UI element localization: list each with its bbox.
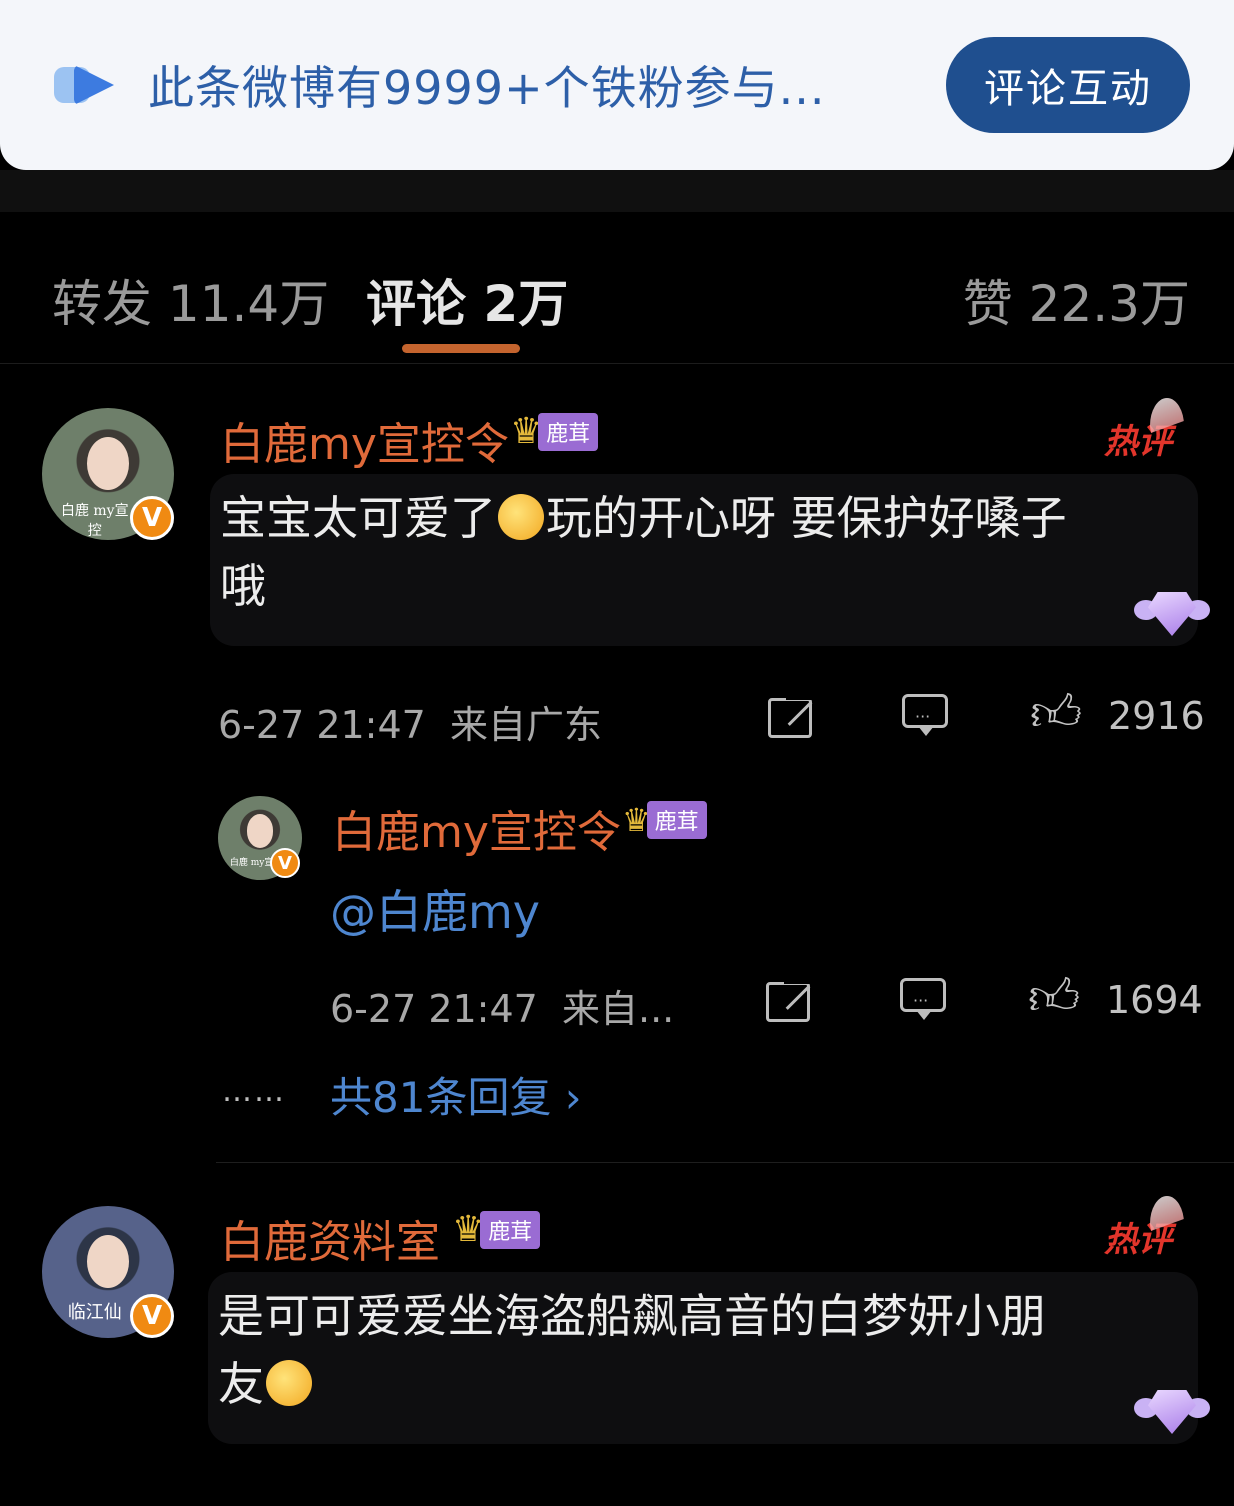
play-toggle-icon xyxy=(54,63,118,107)
tab-comments[interactable]: 评论 2万 xyxy=(366,264,568,336)
reply-username[interactable]: 白鹿my宣控令 xyxy=(332,796,621,860)
banner-text: 此条微博有9999+个铁粉参与... xyxy=(148,61,826,115)
comment-divider xyxy=(216,1162,1234,1163)
fan-level-badge: ♛ 鹿茸 xyxy=(622,800,707,840)
thumbs-up-icon: 👍︎ xyxy=(1028,968,1081,1026)
comment-text: 是可可爱爱坐海盗船飙高音的白梦妍小朋 友 xyxy=(218,1289,1046,1411)
comment-username[interactable]: 白鹿my宣控令 xyxy=(220,408,509,472)
fan-tag: 鹿茸 xyxy=(538,413,599,451)
fan-level-badge: ♛ 鹿茸 xyxy=(452,1210,541,1250)
view-all-replies-link[interactable]: 共81条回复 › xyxy=(330,1064,582,1125)
hot-comment-label: 热评 xyxy=(1104,1196,1184,1261)
tab-repost[interactable]: 转发 11.4万 xyxy=(52,264,329,336)
like-button[interactable]: 👍︎ 2916 xyxy=(1030,684,1205,744)
comment-reply-icon[interactable]: ··· xyxy=(900,978,948,1022)
more-dots: …… xyxy=(222,1074,286,1109)
kiss-emoji-icon xyxy=(266,1360,312,1406)
tab-bar: 转发 11.4万 评论 2万 赞 22.3万 xyxy=(0,212,1234,364)
comment-text: 宝宝太可爱了 玩的开心呀 要保护好嗓子 哦 xyxy=(220,491,1067,613)
verified-badge-icon: V xyxy=(270,848,300,878)
comment-interact-button[interactable]: 评论互动 xyxy=(946,37,1190,133)
fan-tag: 鹿茸 xyxy=(646,801,707,839)
verified-badge-icon: V xyxy=(130,496,174,540)
comment-meta: 6-27 21:47 来自广东 xyxy=(218,703,603,747)
hot-comment-label: 热评 xyxy=(1104,398,1184,463)
diamond-decoration-icon xyxy=(1134,586,1210,646)
active-tab-indicator xyxy=(402,344,520,353)
diamond-decoration-icon xyxy=(1134,1384,1210,1444)
verified-badge-icon: V xyxy=(130,1294,174,1338)
thumbs-up-icon: 👍︎ xyxy=(1030,684,1083,742)
reply-meta: 6-27 21:47 来自... xyxy=(330,987,675,1031)
comment-username[interactable]: 白鹿资料室 xyxy=(220,1206,440,1270)
comment-reply-icon[interactable]: ··· xyxy=(902,694,950,738)
like-button[interactable]: 👍︎ 1694 xyxy=(1028,968,1203,1028)
fan-tag: 鹿茸 xyxy=(480,1211,541,1249)
fan-participation-banner[interactable]: 此条微博有9999+个铁粉参与... 评论互动 xyxy=(0,0,1234,170)
fan-level-badge: ♛ 鹿茸 xyxy=(510,412,599,452)
hug-emoji-icon xyxy=(498,494,544,540)
tab-likes[interactable]: 赞 22.3万 xyxy=(963,264,1190,336)
divider-strip xyxy=(0,170,1234,212)
share-icon[interactable] xyxy=(766,978,816,1022)
share-icon[interactable] xyxy=(768,694,818,738)
mention-link[interactable]: @白鹿my xyxy=(330,876,540,942)
